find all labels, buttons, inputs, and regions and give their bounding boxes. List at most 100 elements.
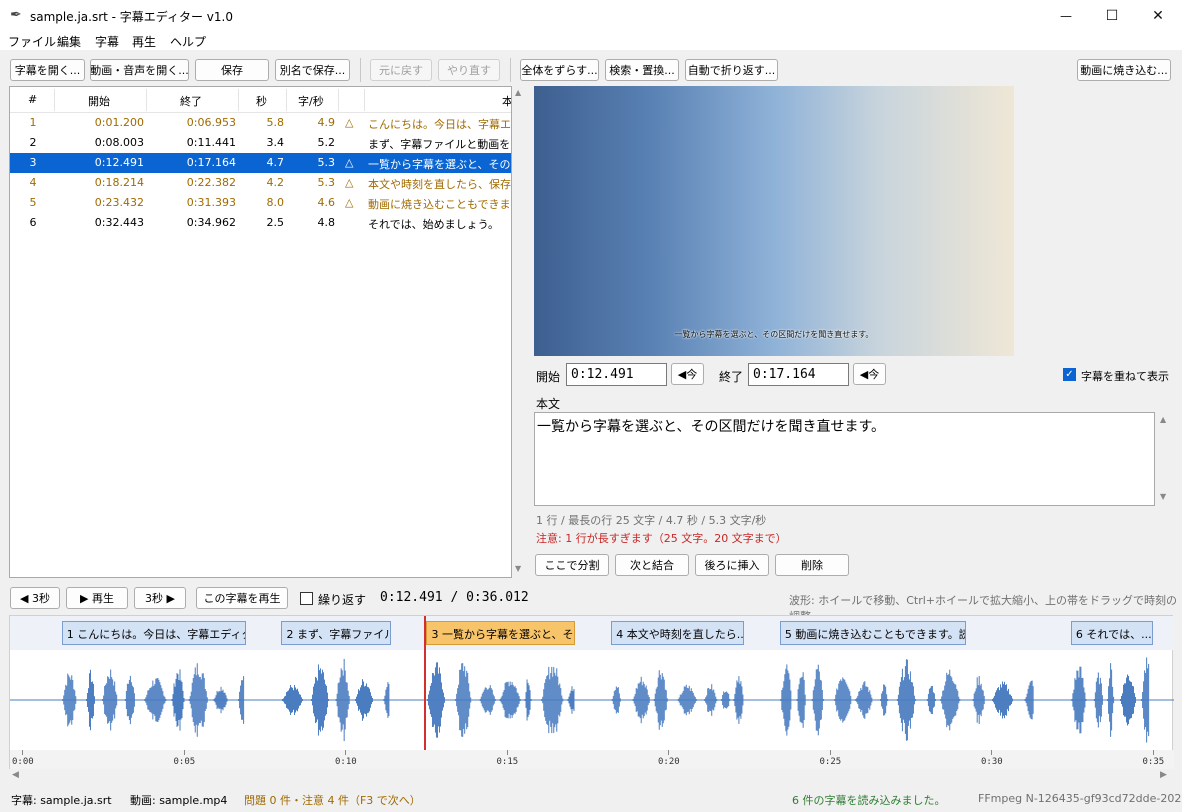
auto-wrap-button[interactable]: 自動で折り返す... bbox=[685, 59, 778, 81]
timeline-segment[interactable]: 4 本文や時刻を直したら... bbox=[611, 621, 744, 645]
col-header-duration[interactable]: 秒 bbox=[256, 93, 267, 109]
timeline-segment[interactable]: 5 動画に焼き込むこともできます。読み切れないほ... bbox=[779, 621, 966, 645]
table-row[interactable]: 1 0:01.200 0:06.953 5.8 4.9 △ こんにちは。今日は、字幕エディ bbox=[10, 113, 512, 133]
end-label: 終了 bbox=[719, 370, 744, 384]
forward-3s-button[interactable]: 3秒 ▶ bbox=[134, 587, 186, 609]
overlay-subtitles-checkbox[interactable]: ✓ bbox=[1063, 368, 1076, 381]
cell-flag: △ bbox=[345, 156, 354, 169]
col-header-num[interactable]: # bbox=[28, 93, 37, 106]
open-subtitles-button[interactable]: 字幕を開く... bbox=[10, 59, 85, 81]
save-as-button[interactable]: 別名で保存... bbox=[275, 59, 350, 81]
tick-label: 0:15 bbox=[496, 757, 519, 767]
cell-num: 5 bbox=[29, 196, 37, 209]
scroll-down-icon[interactable]: ▼ bbox=[1160, 492, 1166, 501]
scroll-up-icon[interactable]: ▲ bbox=[515, 88, 521, 97]
open-media-button[interactable]: 動画・音声を開く... bbox=[90, 59, 189, 81]
timeline-scrollbar[interactable]: ◀ ▶ bbox=[9, 769, 1173, 783]
tick-mark bbox=[22, 750, 23, 755]
cell-cps: 4.6 bbox=[317, 196, 336, 209]
cell-end: 0:31.393 bbox=[186, 196, 236, 209]
app-feather-icon: ✒ bbox=[10, 7, 22, 23]
split-here-button[interactable]: ここで分割 bbox=[535, 554, 609, 576]
waveform[interactable] bbox=[10, 650, 1174, 750]
col-header-start[interactable]: 開始 bbox=[88, 93, 110, 109]
start-time-field[interactable]: 0:12.491 bbox=[566, 363, 667, 386]
subtitle-table[interactable]: # 開始 終了 秒 字/秒 本 1 0:01.200 0:06.953 5.8 4.9 △… bbox=[9, 86, 512, 578]
cell-text: 一覧から字幕を選ぶと、その区 bbox=[368, 158, 512, 171]
save-button[interactable]: 保存 bbox=[195, 59, 269, 81]
subtitle-body-textarea[interactable]: 一覧から字幕を選ぶと、その区間だけを聞き直せます。 bbox=[534, 412, 1155, 506]
video-preview[interactable]: 一覧から字幕を選ぶと、その区間だけを聞き直せます。 bbox=[534, 86, 1014, 356]
cell-start: 0:01.200 bbox=[94, 116, 144, 129]
timeline-segment[interactable]: 6 それでは、... bbox=[1070, 621, 1153, 645]
cell-text: こんにちは。今日は、字幕エディ bbox=[368, 118, 511, 131]
col-header-cps[interactable]: 字/秒 bbox=[298, 93, 324, 109]
loop-label: 繰り返す bbox=[318, 593, 367, 607]
maximize-button[interactable]: ☐ bbox=[1089, 0, 1135, 32]
insert-after-button[interactable]: 後ろに挿入 bbox=[695, 554, 769, 576]
merge-next-button[interactable]: 次と結合 bbox=[615, 554, 689, 576]
textarea-scrollbar[interactable]: ▲ ▼ bbox=[1157, 412, 1173, 506]
tick-mark bbox=[345, 750, 346, 755]
toolbar-separator bbox=[360, 58, 361, 82]
delete-button[interactable]: 削除 bbox=[775, 554, 849, 576]
minimize-button[interactable]: — bbox=[1043, 0, 1089, 32]
redo-button[interactable]: やり直す bbox=[438, 59, 500, 81]
table-row[interactable]: 5 0:23.432 0:31.393 8.0 4.6 △ 動画に焼き込むこともできます。 bbox=[10, 193, 512, 213]
menu-playback[interactable]: 再生 bbox=[132, 33, 156, 50]
menu-subtitle[interactable]: 字幕 bbox=[95, 33, 119, 50]
menu-bar: ファイル 編集 字幕 再生 ヘルプ bbox=[0, 32, 1182, 50]
set-end-now-button[interactable]: ◀今 bbox=[853, 363, 886, 385]
undo-button[interactable]: 元に戻す bbox=[370, 59, 432, 81]
scroll-right-icon[interactable]: ▶ bbox=[1160, 770, 1167, 780]
col-header-text[interactable]: 本 bbox=[502, 93, 511, 109]
col-header-end[interactable]: 終了 bbox=[180, 93, 202, 109]
cell-cps: 4.9 bbox=[317, 116, 336, 129]
cell-num: 4 bbox=[29, 176, 37, 189]
table-row[interactable]: 2 0:08.003 0:11.441 3.4 5.2 まず、字幕ファイルと動画を開き bbox=[10, 133, 512, 153]
set-start-now-button[interactable]: ◀今 bbox=[671, 363, 704, 385]
play-this-subtitle-button[interactable]: この字幕を再生 bbox=[196, 587, 288, 609]
back-3s-button[interactable]: ◀ 3秒 bbox=[10, 587, 60, 609]
segment-band[interactable]: 1 こんにちは。今日は、字幕エディタ... 2 まず、字幕ファイル... 3 一覧か… bbox=[10, 616, 1174, 650]
tick-mark bbox=[829, 750, 831, 755]
scroll-up-icon[interactable]: ▲ bbox=[1160, 415, 1166, 424]
timeline-segment[interactable]: 1 こんにちは。今日は、字幕エディタ... bbox=[61, 621, 246, 645]
timeline-segment[interactable]: 3 一覧から字幕を選ぶと、そ... bbox=[426, 621, 576, 645]
end-time-field[interactable]: 0:17.164 bbox=[748, 363, 849, 386]
toolbar-separator bbox=[510, 58, 511, 82]
table-scrollbar[interactable]: ▲ ▼ bbox=[512, 86, 528, 578]
table-row[interactable]: 3 0:12.491 0:17.164 4.7 5.3 △ 一覧から字幕を選ぶと、その区 bbox=[10, 153, 512, 173]
find-replace-button[interactable]: 検索・置換... bbox=[605, 59, 679, 81]
cell-num: 2 bbox=[29, 136, 37, 149]
cell-duration: 8.0 bbox=[266, 196, 285, 209]
close-button[interactable]: ✕ bbox=[1135, 0, 1181, 32]
waveform-panel[interactable]: 1 こんにちは。今日は、字幕エディタ... 2 まず、字幕ファイル... 3 一覧か… bbox=[9, 615, 1174, 770]
cell-flag: △ bbox=[345, 176, 354, 189]
scroll-left-icon[interactable]: ◀ bbox=[12, 770, 19, 780]
table-row[interactable]: 6 0:32.443 0:34.962 2.5 4.8 それでは、始めましょう。 bbox=[10, 213, 511, 233]
scroll-down-icon[interactable]: ▼ bbox=[515, 564, 521, 573]
time-ruler: 0:00 0:05 0:10 0:15 0:20 0:25 0:30 0:35 bbox=[10, 750, 1174, 770]
line-warning: 注意: 1 行が長すぎます（25 文字。20 文字まで） bbox=[536, 532, 787, 545]
cell-cps: 5.3 bbox=[317, 176, 336, 189]
burn-in-button[interactable]: 動画に焼き込む... bbox=[1077, 59, 1171, 81]
table-row[interactable]: 4 0:18.214 0:22.382 4.2 5.3 △ 本文や時刻を直したら、保存を bbox=[10, 173, 512, 193]
menu-edit[interactable]: 編集 bbox=[57, 33, 81, 50]
tick-label: 0:30 bbox=[981, 757, 1003, 767]
tick-mark bbox=[991, 750, 992, 755]
menu-help[interactable]: ヘルプ bbox=[170, 33, 206, 50]
cell-cps: 5.3 bbox=[317, 156, 336, 169]
shift-all-button[interactable]: 全体をずらす... bbox=[520, 59, 599, 81]
tick-label: 0:20 bbox=[658, 757, 680, 767]
cell-end: 0:11.441 bbox=[186, 136, 236, 149]
playback-time: 0:12.491 / 0:36.012 bbox=[380, 590, 529, 605]
play-button[interactable]: ▶ 再生 bbox=[66, 587, 128, 609]
loop-checkbox[interactable] bbox=[300, 592, 313, 605]
menu-file[interactable]: ファイル bbox=[8, 33, 56, 50]
cell-start: 0:23.432 bbox=[94, 196, 144, 209]
status-issues[interactable]: 問題 0 件・注意 4 件（F3 で次へ） bbox=[244, 792, 421, 808]
playhead[interactable] bbox=[424, 616, 427, 750]
cell-cps: 5.2 bbox=[317, 136, 336, 149]
timeline-segment[interactable]: 2 まず、字幕ファイル... bbox=[281, 621, 391, 645]
